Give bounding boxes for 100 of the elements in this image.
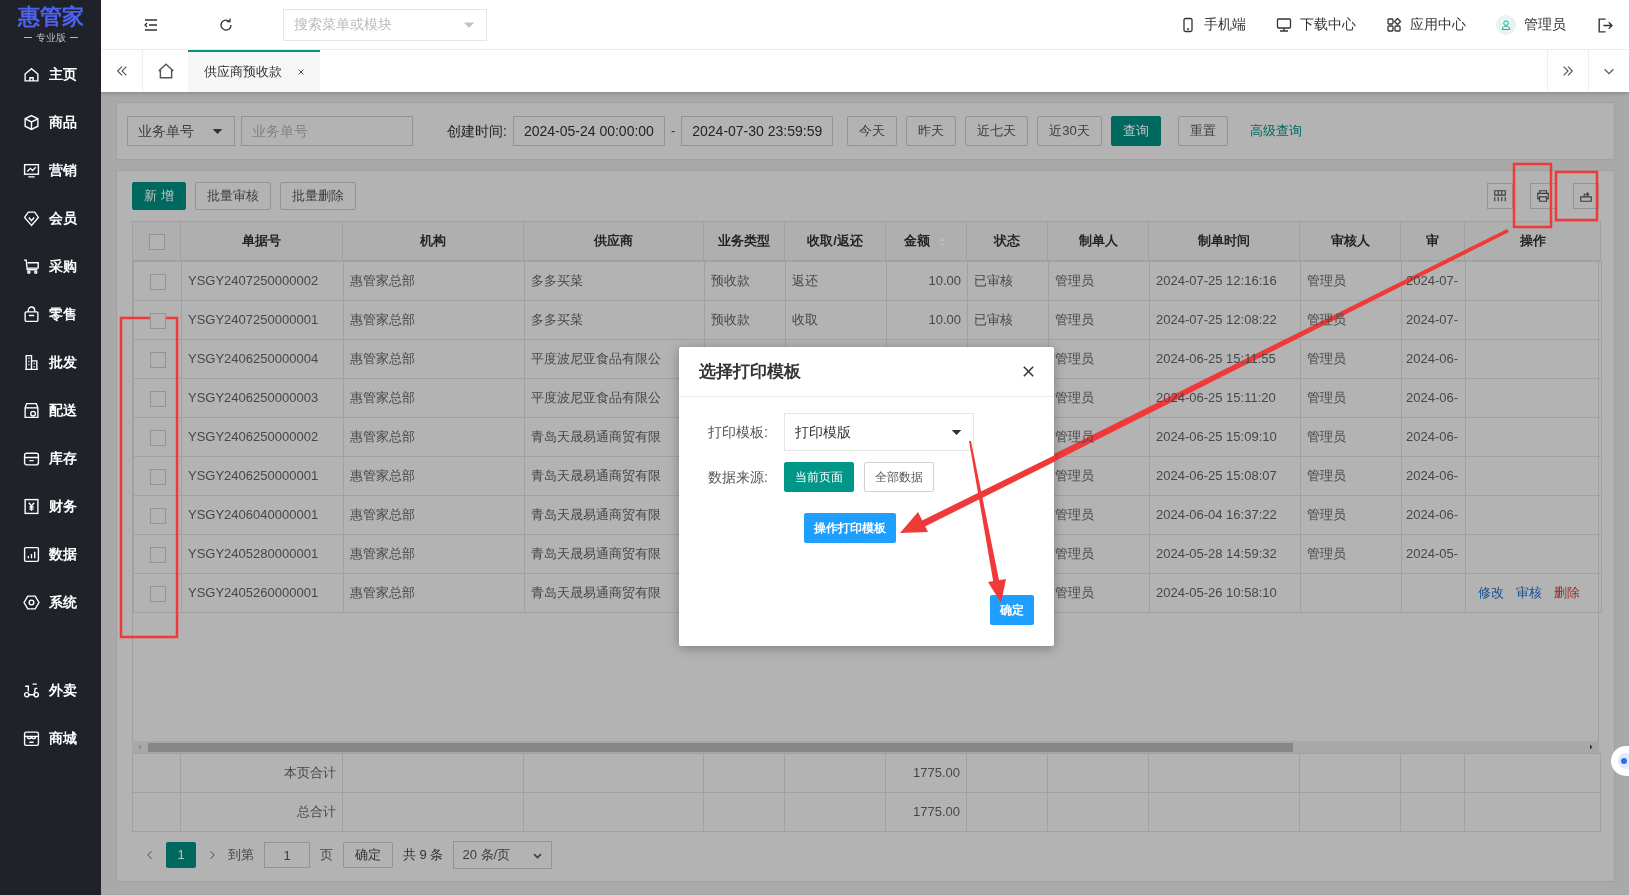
sidebar-item[interactable]: 主页 [0, 50, 101, 98]
checkbox[interactable] [149, 312, 166, 329]
total-amount: 1775.00 [913, 765, 960, 781]
apps-icon [1386, 16, 1402, 33]
edition-text: 专业版 [35, 30, 66, 45]
range-button[interactable]: 昨天 [906, 116, 957, 146]
menu-icon [142, 16, 159, 33]
table-cell-text: YSGY2407250000002 [188, 273, 319, 289]
sidebar-item[interactable]: 会员 [0, 194, 101, 242]
sidebar-item[interactable]: 财务 [0, 482, 101, 530]
page-tab[interactable]: 供应商预收款 [188, 50, 320, 92]
row-action-link[interactable]: 审核 [1516, 585, 1542, 601]
table-cell-text: 管理员 [1055, 390, 1094, 406]
start-date-field[interactable]: 2024-05-24 00:00:00 [512, 116, 665, 146]
total-amount: 1775.00 [913, 804, 960, 820]
sidebar-item[interactable]: 零售 [0, 290, 101, 338]
print-icon[interactable] [1536, 189, 1550, 203]
checkbox[interactable] [149, 390, 166, 407]
table-cell-text: YSGY2406250000003 [188, 390, 319, 406]
home-icon [23, 65, 40, 83]
table-cell-text: 青岛天晟易通商贸有限 [531, 429, 661, 445]
placeholder-text: 搜索菜单或模块 [294, 15, 392, 34]
search-button[interactable]: 查询 [1110, 116, 1161, 146]
range-button[interactable]: 近七天 [965, 116, 1029, 146]
table-cell-text: 惠管家总部 [350, 507, 415, 523]
table-cell-text: 管理员 [1055, 429, 1094, 445]
page-input[interactable]: 1 [264, 842, 310, 868]
column-header: 审核人 [1330, 233, 1370, 249]
sidebar-item[interactable]: 商城 [0, 714, 101, 762]
checkbox[interactable] [149, 468, 166, 485]
template-select[interactable]: 打印模版 [784, 413, 974, 451]
shop-icon [23, 729, 40, 747]
end-date-field[interactable]: 2024-07-30 23:59:59 [681, 116, 834, 146]
sidebar-item[interactable]: 批发 [0, 338, 101, 386]
home-icon[interactable] [156, 62, 175, 80]
sidebar-item[interactable]: 系统 [0, 578, 101, 626]
table-cell-text: 多多买菜 [531, 273, 583, 289]
table-cell-text: 返还 [792, 273, 818, 289]
table-cell-text: 2024-06-25 15:09:10 [1156, 429, 1277, 445]
cart-icon [23, 257, 40, 275]
close-icon[interactable] [1021, 364, 1036, 379]
data-source-option[interactable]: 当前页面 [784, 462, 854, 492]
table-cell-text: 平度波尼亚食品有限公 [531, 351, 661, 367]
logout-icon[interactable] [1596, 16, 1613, 34]
range-button[interactable]: 近30天 [1037, 116, 1102, 146]
toolbar-button[interactable]: 新 增 [132, 182, 186, 210]
table-cell-text: 2024-07-25 12:16:16 [1156, 273, 1277, 289]
checkbox[interactable] [149, 507, 166, 524]
horizontal-scrollbar[interactable] [132, 741, 1599, 753]
range-button[interactable]: 今天 [847, 116, 898, 146]
close-icon[interactable] [296, 67, 306, 77]
checkbox[interactable] [149, 351, 166, 368]
sidebar-item[interactable]: 库存 [0, 434, 101, 482]
table-cell-text: YSGY2406040000001 [188, 507, 319, 523]
diamond-icon [23, 209, 40, 227]
header-link[interactable]: 手机端 [1180, 14, 1246, 35]
reset-button[interactable]: 重置 [1177, 116, 1228, 146]
table-cell-text: 管理员 [1055, 351, 1094, 367]
double-left-icon[interactable] [114, 64, 129, 78]
header-link[interactable]: 应用中心 [1386, 14, 1466, 35]
table-cell-text: 惠管家总部 [350, 585, 415, 601]
toolbar-button[interactable]: 批量删除 [279, 182, 356, 210]
checkbox[interactable] [149, 429, 166, 446]
table-cell-text: 2024-07- [1406, 273, 1459, 289]
table-cell-text: 管理员 [1055, 546, 1094, 562]
sidebar-item[interactable]: 数据 [0, 530, 101, 578]
user-menu[interactable]: 管理员 [1496, 14, 1566, 35]
table-cell-text: 2024-06- [1406, 390, 1459, 406]
toolbar-button[interactable]: 批量审核 [194, 182, 271, 210]
page-size-select[interactable]: 20 条/页 [453, 841, 553, 869]
double-right-icon[interactable] [1561, 64, 1575, 78]
field-select[interactable]: 业务单号 [127, 116, 235, 146]
header-link[interactable]: 下载中心 [1276, 14, 1356, 35]
column-header: 机构 [420, 233, 446, 249]
table-cell-text: 管理员 [1055, 312, 1094, 328]
columns-icon[interactable] [1493, 189, 1507, 203]
sidebar-item[interactable]: 采购 [0, 242, 101, 290]
checkbox[interactable] [149, 585, 166, 602]
row-action-link[interactable]: 修改 [1478, 585, 1504, 601]
export-icon[interactable] [1579, 189, 1593, 203]
checkbox[interactable] [148, 233, 165, 250]
refresh-icon[interactable] [217, 16, 234, 33]
table-cell-text: 2024-05-26 10:58:10 [1156, 585, 1277, 601]
goto-confirm-button[interactable]: 确定 [343, 842, 393, 868]
data-source-option[interactable]: 全部数据 [864, 462, 934, 492]
checkbox[interactable] [149, 546, 166, 563]
monitor-icon [1276, 16, 1292, 33]
table-cell-text: 惠管家总部 [350, 546, 415, 562]
page-button[interactable]: 1 [166, 842, 196, 868]
sidebar-item[interactable]: 营销 [0, 146, 101, 194]
sidebar-item[interactable]: 商品 [0, 98, 101, 146]
sidebar-item[interactable]: 外卖 [0, 666, 101, 714]
bag-icon [23, 305, 40, 323]
table-cell-text: 管理员 [1307, 507, 1346, 523]
table-cell-text: 2024-06- [1406, 351, 1459, 367]
checkbox[interactable] [149, 273, 166, 290]
sidebar-item[interactable]: 配送 [0, 386, 101, 434]
total-label: 本页合计 [284, 765, 336, 781]
cube-icon [23, 113, 40, 131]
row-action-link[interactable]: 删除 [1554, 585, 1580, 601]
